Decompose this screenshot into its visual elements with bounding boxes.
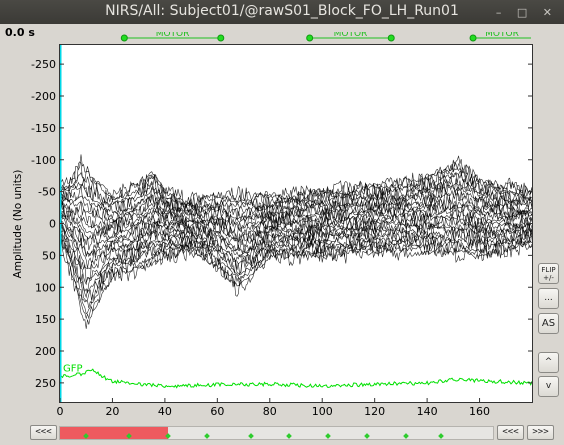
autoscale-button[interactable]: AS [538, 313, 559, 334]
x-tick-label: 20 [105, 405, 119, 418]
scroll-event-marker [204, 433, 211, 439]
scroll-thumb[interactable] [60, 427, 169, 439]
x-tick-label: 40 [158, 405, 172, 418]
x-tick-label: 140 [417, 405, 438, 418]
x-tick-label: 60 [210, 405, 224, 418]
y-tick-label: 100 [35, 281, 56, 294]
y-tick-label: -250 [31, 58, 56, 71]
window-titlebar: NIRS/All: Subject01/@rawS01_Block_FO_LH_… [0, 0, 564, 24]
scroll-event-marker [325, 433, 332, 439]
event-label-2: MOTOR [485, 32, 519, 39]
axes-layer: -250 -200 -150 -100 -50 0 50 100 150 200 250 0 20 40 6… [12, 58, 532, 418]
y-tick-label: 50 [42, 249, 56, 262]
event-end-marker-1[interactable] [387, 34, 395, 42]
scroll-event-marker [165, 433, 172, 439]
flip-label: FLIP +/- [541, 266, 556, 282]
y-tick-label: -100 [31, 154, 56, 167]
y-tick-label: -50 [38, 186, 56, 199]
close-icon[interactable]: ✕ [543, 6, 558, 19]
scroll-back-button[interactable]: <<< [497, 425, 524, 440]
scroll-event-marker [247, 433, 254, 439]
y-axis-label: Amplitude (No units) [12, 170, 24, 279]
current-time-label: 0.0 s [5, 26, 35, 39]
time-scrollbar[interactable] [59, 426, 494, 440]
scroll-event-marker [364, 433, 371, 439]
x-tick-label: 80 [263, 405, 277, 418]
y-tick-label: 150 [35, 313, 56, 326]
x-tick-label: 100 [312, 405, 333, 418]
x-tick-label: 0 [57, 405, 64, 418]
y-tick-label: 250 [35, 377, 56, 390]
minimize-icon[interactable]: – [496, 6, 508, 19]
scale-up-button[interactable]: ^ [538, 352, 559, 373]
scroll-event-marker [286, 433, 293, 439]
scroll-left-button[interactable]: <<< [30, 425, 57, 440]
scroll-forward-button[interactable]: >>> [527, 425, 554, 440]
maximize-icon[interactable]: □ [517, 6, 533, 19]
flip-button[interactable]: FLIP +/- [538, 263, 559, 284]
scroll-event-marker [438, 433, 444, 439]
y-tick-label: -200 [31, 90, 56, 103]
event-start-marker-2[interactable] [469, 34, 477, 42]
window-title: NIRS/All: Subject01/@rawS01_Block_FO_LH_… [105, 3, 459, 19]
event-bar[interactable]: MOTOR MOTOR MOTOR [59, 32, 533, 44]
event-start-marker-1[interactable] [306, 34, 314, 42]
scale-down-button[interactable]: v [538, 376, 559, 397]
scroll-event-marker [403, 433, 410, 439]
event-label-0: MOTOR [156, 32, 190, 39]
x-tick-label: 160 [469, 405, 490, 418]
event-end-marker-0[interactable] [217, 34, 225, 42]
more-button[interactable]: ... [538, 288, 559, 309]
y-tick-label: -150 [31, 122, 56, 135]
event-start-marker-0[interactable] [120, 34, 128, 42]
y-tick-label: 200 [35, 345, 56, 358]
x-tick-label: 120 [364, 405, 385, 418]
event-label-1: MOTOR [334, 32, 368, 39]
y-tick-label: 0 [49, 218, 56, 231]
